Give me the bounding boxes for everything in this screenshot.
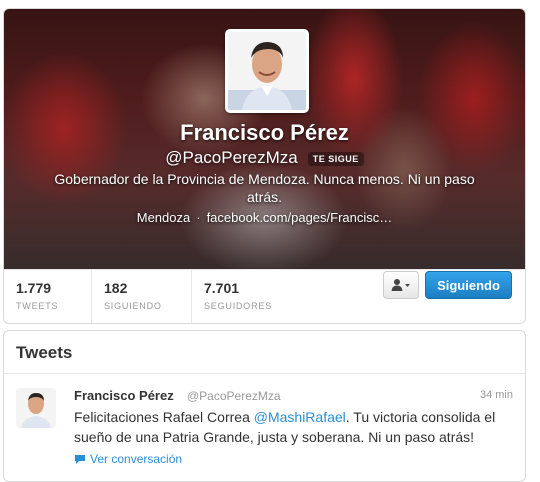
separator-dot: · — [196, 210, 201, 225]
view-conversation-label: Ver conversación — [90, 452, 183, 466]
profile-handle-row: @PacoPerezMza TE SIGUE — [4, 148, 525, 168]
tweet-mention-link[interactable]: @MashiRafael — [254, 409, 346, 425]
stat-tweets[interactable]: 1.779 TWEETS — [4, 270, 91, 323]
profile-photo — [228, 32, 306, 110]
profile-name: Francisco Pérez — [180, 120, 349, 145]
following-button[interactable]: Siguiendo — [425, 271, 512, 299]
follows-you-badge: TE SIGUE — [307, 151, 364, 166]
stat-tweets-label: TWEETS — [16, 301, 59, 311]
profile-location: Mendoza — [136, 210, 191, 225]
profile-location-row: Mendoza · facebook.com/pages/Francisc… — [4, 210, 525, 225]
tweet-text-start: Felicitaciones Rafael Correa — [74, 409, 254, 425]
user-actions-dropdown-button[interactable] — [383, 271, 419, 299]
tweet-text: Felicitaciones Rafael Correa @MashiRafae… — [74, 407, 509, 447]
tweets-timeline: Tweets Francisco Pérez @PacoPerezMza 34 … — [3, 330, 526, 482]
profile-website-link[interactable]: facebook.com/pages/Francisc… — [207, 210, 393, 225]
stat-followers-value: 7.701 — [204, 280, 240, 296]
stat-following-value: 182 — [104, 280, 128, 296]
stat-following[interactable]: 182 SIGUIENDO — [91, 270, 191, 323]
tweet-author-handle[interactable]: @PacoPerezMza — [187, 389, 281, 403]
tweet-avatar-photo — [16, 388, 56, 428]
tweet-item[interactable]: Francisco Pérez @PacoPerezMza 34 min Fel… — [4, 374, 525, 474]
tweet-timestamp[interactable]: 34 min — [480, 389, 513, 401]
tweets-title: Tweets — [4, 331, 525, 374]
speech-bubble-icon — [75, 454, 85, 464]
tweet-avatar[interactable] — [16, 388, 56, 428]
profile-avatar[interactable] — [225, 29, 309, 113]
person-dropdown-icon — [391, 279, 410, 291]
stat-following-label: SIGUIENDO — [104, 301, 162, 311]
stat-tweets-value: 1.779 — [16, 280, 52, 296]
profile-handle[interactable]: @PacoPerezMza — [165, 148, 298, 167]
profile-bio: Gobernador de la Provincia de Mendoza. N… — [54, 171, 475, 205]
stat-followers-label: SEGUIDORES — [204, 301, 273, 311]
view-conversation-link[interactable]: Ver conversación — [74, 452, 182, 466]
tweet-author-name[interactable]: Francisco Pérez — [74, 388, 174, 403]
stat-followers[interactable]: 7.701 SEGUIDORES — [191, 270, 311, 323]
